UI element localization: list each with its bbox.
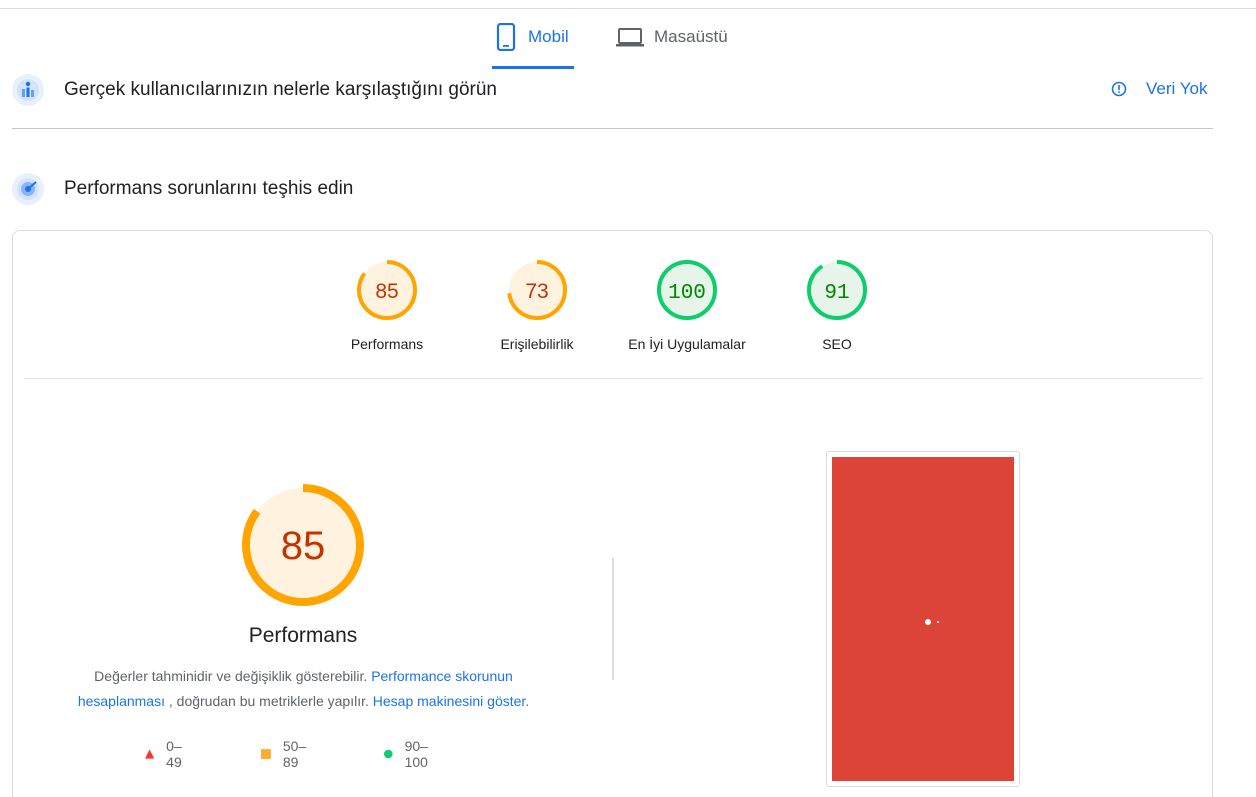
screenshot-dot-small [937,621,939,623]
legend-average-range: 50–89 [282,738,307,770]
triangle-icon [145,749,155,759]
diagnose-title: Performans sorunlarını teşhis edin [64,178,354,199]
page-screenshot [826,451,1020,787]
performance-description: Değerler tahminidir ve değişiklik göster… [50,664,557,714]
gauge-seo-ring: 91 [807,260,867,320]
gauge-performance-ring: 85 [357,260,417,320]
field-data-header: Gerçek kullanıcılarınızın nelerle karşıl… [12,74,497,106]
gauge-performance[interactable]: 85 Performans [322,258,452,352]
screenshot-dot [925,619,931,625]
performance-score-large: 85 [281,524,326,568]
gauge-value: 73 [525,280,548,303]
desc-mid: , doğrudan bu metriklerle yapılır. [168,693,369,709]
circle-icon [384,749,393,759]
no-data-link[interactable]: Veri Yok [1110,79,1207,99]
legend-fail-range: 0–49 [166,738,182,770]
legend-pass: 90–100 [384,738,433,770]
desc-prefix: Değerler tahminidir ve değişiklik göster… [94,668,368,684]
gauge-accessibility[interactable]: 73 Erişilebilirlik [472,258,602,352]
gauge-best-practices[interactable]: 100 En İyi Uygulamalar [622,258,752,352]
section-divider [12,128,1213,129]
gauge-label: Performans [350,336,424,352]
gauge-accessibility-ring: 73 [507,260,567,320]
info-icon [1111,81,1127,97]
gauge-label: SEO [822,336,852,352]
diagnose-header: Performans sorunlarını teşhis edin [12,173,353,205]
diagnose-icon [12,173,44,205]
tab-desktop[interactable]: Masaüstü [616,23,746,69]
screenshot-content [832,457,1014,781]
gauge-value: 100 [668,282,706,305]
gauge-best-practices-ring: 100 [657,260,717,320]
gauge-label: Erişilebilirlik [500,336,574,352]
tab-desktop-label: Masaüstü [654,27,728,46]
gauges-divider [24,378,1202,379]
square-icon [261,749,271,759]
no-data-label: Veri Yok [1146,79,1208,98]
gauge-seo[interactable]: 91 SEO [772,258,902,352]
performance-gauge-large: 85 [242,484,364,606]
smartphone-icon [496,23,516,51]
performance-title: Performans [248,624,358,647]
legend-fail: 0–49 [145,738,187,770]
device-tabs: Mobil Masaüstü [0,9,1256,69]
gauge-label: En İyi Uygulamalar [628,336,746,352]
field-data-title: Gerçek kullanıcılarınızın nelerle karşıl… [64,79,497,100]
legend-average: 50–89 [261,738,310,770]
tab-mobile-label: Mobil [528,27,569,46]
vertical-divider [612,558,614,680]
legend-pass-range: 90–100 [404,738,428,770]
tab-mobile[interactable]: Mobil [492,23,574,69]
field-data-icon [12,74,44,106]
calculator-link[interactable]: Hesap makinesini göster [373,693,526,709]
laptop-icon [616,28,644,47]
gauge-value: 85 [375,280,398,303]
desc-suffix: . [525,693,530,709]
gauge-value: 91 [824,282,849,305]
